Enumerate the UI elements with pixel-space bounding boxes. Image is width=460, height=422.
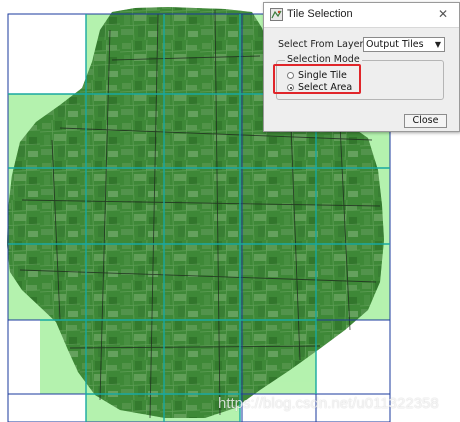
- app-icon: [270, 8, 283, 21]
- select-from-layer-label: Select From Layer: [278, 39, 364, 50]
- dialog-title: Tile Selection: [287, 8, 353, 20]
- annotation-highlight: [273, 64, 361, 94]
- dialog-titlebar[interactable]: Tile Selection ✕: [264, 3, 459, 28]
- close-button[interactable]: Close: [404, 114, 447, 128]
- layer-select[interactable]: Output Tiles ▼: [363, 37, 445, 52]
- close-icon[interactable]: ✕: [435, 6, 451, 22]
- watermark: https://blog.csdn.net/u011322358: [218, 395, 439, 412]
- chevron-down-icon: ▼: [434, 40, 441, 49]
- layer-select-value: Output Tiles: [366, 39, 424, 50]
